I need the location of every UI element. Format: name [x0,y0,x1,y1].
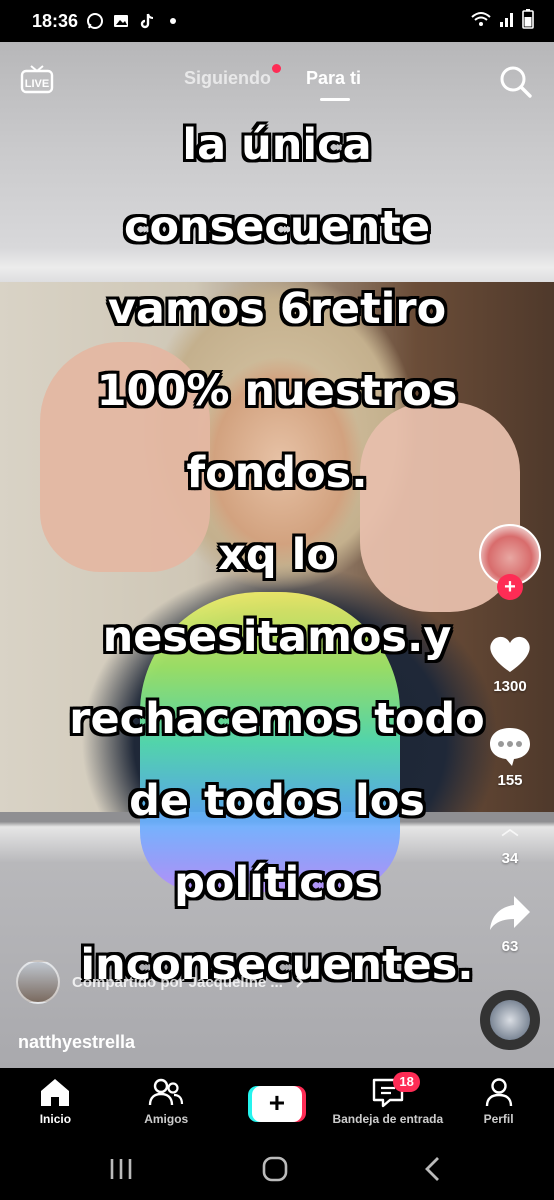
chevron-right-icon [296,976,304,988]
back-icon [425,1157,439,1181]
music-disc[interactable] [480,990,540,1050]
whatsapp-icon [86,12,104,30]
share-count: 63 [501,938,519,955]
tab-for-you-label: Para ti [306,68,362,88]
like-button[interactable]: 1300 [482,630,538,695]
bottom-tab-bar: Inicio Amigos + 18 Bandeja de entrada Pe… [0,1068,554,1136]
video-frame-photo [0,282,554,892]
tab-friends[interactable]: Amigos [111,1068,222,1136]
inbox-badge: 18 [393,1072,420,1092]
profile-icon [485,1078,512,1107]
share-button[interactable]: 63 [482,890,538,955]
tab-home[interactable]: Inicio [0,1068,111,1136]
like-count: 1300 [493,678,527,695]
caption-line: la única [182,120,372,170]
comment-icon [490,728,530,766]
plus-icon: + [251,1086,302,1122]
status-time: 18:36 [32,10,79,31]
live-label: LIVE [25,78,49,90]
music-disc-cover [490,1000,530,1040]
tab-create[interactable]: + [222,1068,333,1136]
caption-line: consecuente [124,202,430,252]
recents-button[interactable] [106,1154,136,1184]
notification-icons [86,12,182,30]
status-bar: 18:36 [0,0,554,42]
tab-following-label: Siguiendo [184,68,271,88]
comment-button[interactable]: 155 [482,724,538,789]
tab-profile-label: Perfil [483,1112,514,1126]
tiktok-icon [138,12,156,30]
friends-icon [148,1078,184,1106]
home-system-button[interactable] [260,1154,290,1184]
system-nav-bar [0,1136,554,1200]
video-rainbow-figure [140,592,400,892]
heart-icon [490,636,530,672]
tab-for-you[interactable]: Para ti [306,68,362,101]
creator-username[interactable]: natthyestrella [18,1032,135,1053]
tab-home-label: Inicio [39,1112,72,1126]
shared-by-row[interactable]: Compartido por Jacqueline ... [16,960,305,1004]
gallery-icon [112,12,130,30]
tab-friends-label: Amigos [144,1112,189,1126]
tab-inbox-label: Bandeja de entrada [332,1112,444,1126]
system-status-icons [470,8,534,34]
share-arrow-icon [490,896,530,930]
recents-icon [110,1159,132,1179]
home-icon [41,1079,70,1106]
save-button[interactable]: 34 [482,822,538,867]
new-content-dot [272,64,281,73]
search-button[interactable] [498,64,534,100]
live-button[interactable]: LIVE [20,64,54,94]
tab-profile[interactable]: Perfil [443,1068,554,1136]
signal-icon [498,10,516,33]
top-nav: LIVE Siguiendo Para ti [0,56,554,106]
battery-icon [522,8,534,34]
follow-button[interactable]: + [497,574,523,600]
video-hand-left [40,342,210,572]
bookmark-icon [501,828,519,837]
dot-icon [164,12,182,30]
create-button[interactable]: + [247,1086,306,1122]
wifi-icon [470,10,492,33]
shared-by-avatar [16,960,60,1004]
home-system-icon [262,1156,288,1182]
tab-inbox[interactable]: 18 Bandeja de entrada [332,1068,443,1136]
active-tab-indicator [320,98,350,101]
comment-count: 155 [497,772,523,789]
search-icon [500,66,532,98]
shared-by-text: Compartido por Jacqueline ... [72,973,283,991]
tab-following[interactable]: Siguiendo [184,64,281,89]
video-player[interactable]: la única consecuente vamos 6retiro 100% … [0,42,554,1068]
save-count: 34 [501,850,519,867]
back-button[interactable] [418,1154,448,1184]
